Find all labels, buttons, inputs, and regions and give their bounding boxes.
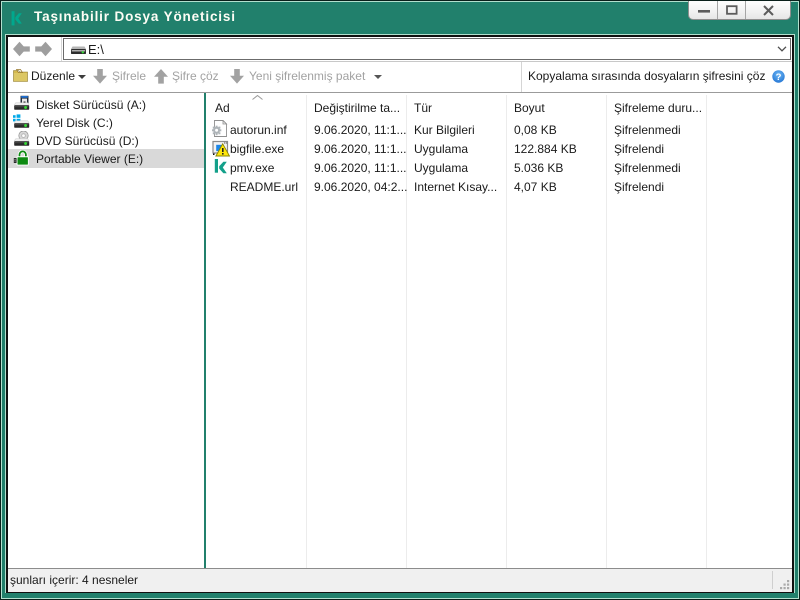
svg-text:?: ?	[776, 72, 782, 83]
